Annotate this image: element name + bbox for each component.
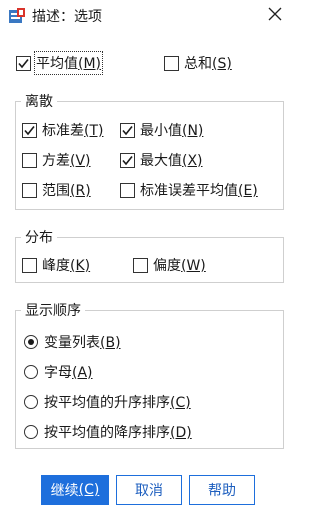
skewness-check-box xyxy=(133,257,148,273)
distribution-legend: 分布 xyxy=(21,227,57,247)
cancel-button[interactable]: 取消 xyxy=(116,475,182,505)
variance-checkbox[interactable]: 方差(V) xyxy=(22,150,91,170)
maximum-checkbox[interactable]: 最大值(X) xyxy=(120,150,203,170)
skewness-checkbox[interactable]: 偏度(W) xyxy=(133,255,206,275)
range-checkbox[interactable]: 范围(R) xyxy=(22,180,91,200)
display-order-legend: 显示顺序 xyxy=(21,300,85,320)
radio-selected-icon xyxy=(24,335,38,349)
sum-label: 总和(S) xyxy=(184,56,232,72)
range-check-box xyxy=(22,182,37,198)
sum-checkbox[interactable]: 总和(S) xyxy=(164,53,232,73)
std-dev-checkbox[interactable]: 标准差(T) xyxy=(22,120,103,140)
se-mean-label: 标准误差平均值(E) xyxy=(140,183,258,199)
sum-check-box xyxy=(164,55,179,71)
variance-label: 方差(V) xyxy=(42,153,91,169)
range-label: 范围(R) xyxy=(42,183,91,199)
skewness-label: 偏度(W) xyxy=(153,258,206,274)
radio-unselected-icon xyxy=(24,395,38,409)
se-mean-check-box xyxy=(120,182,135,198)
minimum-check-icon xyxy=(120,122,135,138)
maximum-label: 最大值(X) xyxy=(140,153,203,169)
order-alphabetic-label: 字母(A) xyxy=(44,365,93,381)
continue-button[interactable]: 继续 (C) xyxy=(41,475,109,505)
close-icon[interactable] xyxy=(264,3,286,25)
order-descending-means-label: 按平均值的降序排序(D) xyxy=(44,425,192,441)
radio-unselected-icon xyxy=(24,425,38,439)
maximum-check-icon xyxy=(120,152,135,168)
order-alphabetic-radio[interactable]: 字母(A) xyxy=(24,362,93,382)
kurtosis-label: 峰度(K) xyxy=(42,258,91,274)
mean-check-icon xyxy=(16,55,31,71)
minimum-checkbox[interactable]: 最小值(N) xyxy=(120,120,203,140)
spss-descriptives-icon xyxy=(8,7,26,25)
mean-label: 平均值(M) xyxy=(33,51,104,75)
order-ascending-means-label: 按平均值的升序排序(C) xyxy=(44,395,191,411)
std-dev-check-icon xyxy=(22,122,37,138)
minimum-label: 最小值(N) xyxy=(140,123,204,139)
dialog-title: 描述：选项 xyxy=(32,9,102,25)
order-variable-list-label: 变量列表(B) xyxy=(44,335,121,351)
kurtosis-check-box xyxy=(22,257,37,273)
order-ascending-means-radio[interactable]: 按平均值的升序排序(C) xyxy=(24,392,191,412)
kurtosis-checkbox[interactable]: 峰度(K) xyxy=(22,255,90,275)
mean-checkbox[interactable]: 平均值(M) xyxy=(16,51,104,75)
variance-check-box xyxy=(22,152,37,168)
help-button[interactable]: 帮助 xyxy=(189,475,255,505)
se-mean-checkbox[interactable]: 标准误差平均值(E) xyxy=(120,180,258,200)
std-dev-label: 标准差(T) xyxy=(42,123,104,139)
title-bar: 描述：选项 xyxy=(0,0,296,32)
order-variable-list-radio[interactable]: 变量列表(B) xyxy=(24,332,121,352)
order-descending-means-radio[interactable]: 按平均值的降序排序(D) xyxy=(24,422,192,442)
dispersion-legend: 离散 xyxy=(21,91,57,111)
radio-unselected-icon xyxy=(24,365,38,379)
